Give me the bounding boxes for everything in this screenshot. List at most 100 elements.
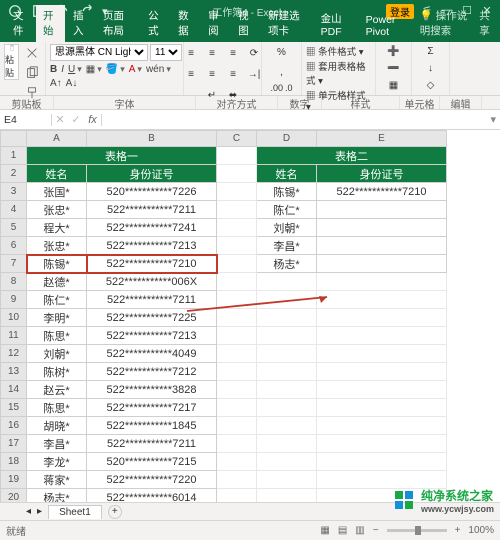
- table1-id-cell[interactable]: 522***********7211: [87, 201, 217, 219]
- row-header[interactable]: 5: [1, 219, 27, 237]
- table1-id-cell[interactable]: 522***********7213: [87, 237, 217, 255]
- table1-id-cell[interactable]: 522***********1845: [87, 417, 217, 435]
- cut-icon[interactable]: [23, 44, 41, 62]
- tab-pdf[interactable]: 金山PDF: [314, 8, 358, 42]
- row-header[interactable]: 10: [1, 309, 27, 327]
- tab-file[interactable]: 文件: [6, 5, 35, 42]
- sheet-nav-next-icon[interactable]: ▸: [37, 506, 42, 517]
- row-header[interactable]: 12: [1, 345, 27, 363]
- phonetic-button[interactable]: wén▾: [146, 64, 171, 75]
- row-header[interactable]: 15: [1, 399, 27, 417]
- format-as-table-button[interactable]: ▦ 套用表格格式 ▾: [306, 59, 371, 87]
- table1-name-cell[interactable]: 陈思*: [27, 327, 87, 345]
- col-header[interactable]: E: [317, 131, 447, 147]
- insert-cells-icon[interactable]: ➕: [385, 44, 403, 59]
- align-top-icon[interactable]: ≡: [182, 44, 200, 62]
- table2-id-cell[interactable]: [317, 219, 447, 237]
- cell[interactable]: [217, 471, 257, 489]
- zoom-out-icon[interactable]: −: [373, 525, 379, 536]
- cell[interactable]: [217, 291, 257, 309]
- table1-id-cell[interactable]: 522***********7225: [87, 309, 217, 327]
- tab-powerpivot[interactable]: Power Pivot: [359, 11, 413, 42]
- comma-style-icon[interactable]: ,: [273, 64, 291, 82]
- table1-id-cell[interactable]: 522***********7211: [87, 291, 217, 309]
- table1-name-cell[interactable]: 李龙*: [27, 453, 87, 471]
- worksheet-grid[interactable]: ABCDE1表格一表格二2姓名身份证号姓名身份证号3张国*520********…: [0, 130, 500, 510]
- cell[interactable]: [317, 417, 447, 435]
- font-name-select[interactable]: 思源黑体 CN Light: [50, 44, 148, 61]
- table1-id-cell[interactable]: 522***********7220: [87, 471, 217, 489]
- table1-name-cell[interactable]: 陈思*: [27, 399, 87, 417]
- cell[interactable]: [217, 399, 257, 417]
- number-format-icon[interactable]: %: [273, 44, 291, 62]
- table2-name-cell[interactable]: 李昌*: [257, 237, 317, 255]
- select-all-cell[interactable]: [1, 131, 27, 147]
- table1-name-cell[interactable]: 张忠*: [27, 201, 87, 219]
- cell[interactable]: [217, 183, 257, 201]
- table1-name-cell[interactable]: 程大*: [27, 219, 87, 237]
- cell[interactable]: [257, 291, 317, 309]
- table1-id-cell[interactable]: 520***********7226: [87, 183, 217, 201]
- fill-icon[interactable]: ↓: [422, 61, 440, 76]
- cell[interactable]: [317, 453, 447, 471]
- border-button[interactable]: ▦▾: [86, 64, 102, 75]
- bold-button[interactable]: B: [50, 64, 57, 75]
- table2-id-cell[interactable]: [317, 237, 447, 255]
- row-header[interactable]: 9: [1, 291, 27, 309]
- cell[interactable]: [217, 345, 257, 363]
- table2-id-cell[interactable]: [317, 201, 447, 219]
- row-header[interactable]: 11: [1, 327, 27, 345]
- sheet-tab[interactable]: Sheet1: [48, 505, 102, 519]
- cell[interactable]: [257, 417, 317, 435]
- cell[interactable]: [257, 453, 317, 471]
- row-header[interactable]: 4: [1, 201, 27, 219]
- row-header[interactable]: 13: [1, 363, 27, 381]
- cell[interactable]: [257, 363, 317, 381]
- table1-id-cell[interactable]: 522***********7212: [87, 363, 217, 381]
- cell[interactable]: [217, 201, 257, 219]
- row-header[interactable]: 19: [1, 471, 27, 489]
- table1-name-cell[interactable]: 胡晓*: [27, 417, 87, 435]
- formula-expand-icon[interactable]: ▾: [486, 113, 500, 126]
- row-header[interactable]: 18: [1, 453, 27, 471]
- view-pagebreak-icon[interactable]: ▥: [355, 525, 364, 536]
- cell[interactable]: [217, 219, 257, 237]
- col-header[interactable]: D: [257, 131, 317, 147]
- cell[interactable]: [317, 435, 447, 453]
- increase-decimal-icon[interactable]: .00: [270, 83, 283, 93]
- tab-data[interactable]: 数据: [171, 5, 200, 42]
- cell[interactable]: [317, 381, 447, 399]
- tab-formulas[interactable]: 公式: [141, 5, 170, 42]
- table2-id-cell[interactable]: 522***********7210: [317, 183, 447, 201]
- cell[interactable]: [257, 327, 317, 345]
- enter-formula-icon[interactable]: ✓: [68, 113, 84, 126]
- table1-id-cell[interactable]: 522***********7213: [87, 327, 217, 345]
- table1-id-cell[interactable]: 522***********7241: [87, 219, 217, 237]
- tab-review[interactable]: 审阅: [201, 5, 230, 42]
- tab-view[interactable]: 视图: [231, 5, 260, 42]
- align-left-icon[interactable]: ≡: [182, 65, 200, 83]
- cell[interactable]: [257, 399, 317, 417]
- cell[interactable]: [217, 453, 257, 471]
- cell[interactable]: [257, 309, 317, 327]
- cell[interactable]: [317, 399, 447, 417]
- table1-name-cell[interactable]: 李昌*: [27, 435, 87, 453]
- row-header[interactable]: 8: [1, 273, 27, 291]
- table2-name-cell[interactable]: 陈锡*: [257, 183, 317, 201]
- align-middle-icon[interactable]: ≡: [203, 44, 221, 62]
- col-header[interactable]: C: [217, 131, 257, 147]
- cell[interactable]: [217, 255, 257, 273]
- underline-button[interactable]: U▾: [68, 64, 82, 75]
- view-normal-icon[interactable]: ▦: [320, 525, 329, 536]
- cell[interactable]: [217, 309, 257, 327]
- table2-id-cell[interactable]: [317, 255, 447, 273]
- cell[interactable]: [317, 273, 447, 291]
- row-header[interactable]: 2: [1, 165, 27, 183]
- row-header[interactable]: 6: [1, 237, 27, 255]
- cell[interactable]: [257, 345, 317, 363]
- col-header[interactable]: B: [87, 131, 217, 147]
- cell[interactable]: [217, 381, 257, 399]
- table1-name-cell[interactable]: 赵云*: [27, 381, 87, 399]
- share-button[interactable]: 共享: [479, 8, 494, 38]
- name-box[interactable]: E4: [0, 114, 52, 126]
